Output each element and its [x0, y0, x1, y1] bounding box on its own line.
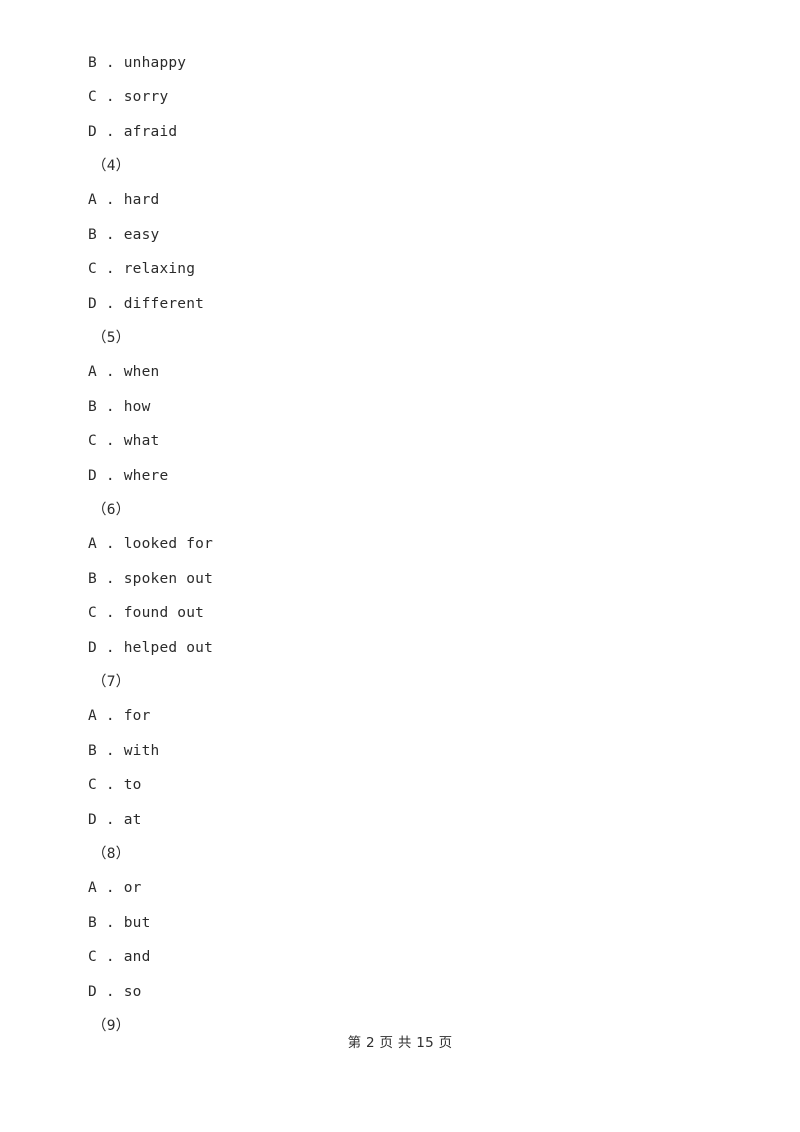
document-page: B . unhappy C . sorry D . afraid （4） A . har…: [0, 0, 800, 1132]
answer-option: D . so: [88, 984, 142, 1000]
answer-option: A . or: [88, 880, 142, 896]
answer-option: C . to: [88, 777, 142, 793]
answer-option: B . spoken out: [88, 571, 214, 587]
answer-option: B . but: [88, 915, 151, 931]
question-number: （7）: [92, 674, 131, 690]
question-number: （4）: [92, 158, 131, 174]
question-number: （5）: [92, 330, 131, 346]
answer-option: D . afraid: [88, 124, 178, 140]
answer-option: C . what: [88, 433, 160, 449]
answer-option: D . at: [88, 812, 142, 828]
answer-option: A . for: [88, 708, 151, 724]
answer-option: B . easy: [88, 227, 160, 243]
answer-option: C . sorry: [88, 89, 169, 105]
answer-option: A . looked for: [88, 536, 214, 552]
question-number: （8）: [92, 846, 131, 862]
answer-option: B . with: [88, 743, 160, 759]
answer-option: C . and: [88, 949, 151, 965]
answer-option: A . hard: [88, 192, 160, 208]
answer-option: B . unhappy: [88, 55, 187, 71]
answer-option: A . when: [88, 364, 160, 380]
answer-option: C . relaxing: [88, 261, 196, 277]
question-number: （6）: [92, 502, 131, 518]
answer-option: D . where: [88, 468, 169, 484]
answer-option: B . how: [88, 399, 151, 415]
page-footer: 第 2 页 共 15 页: [347, 1035, 453, 1051]
answer-option: D . helped out: [88, 640, 214, 656]
answer-option: C . found out: [88, 605, 205, 621]
answer-option: D . different: [88, 296, 205, 312]
